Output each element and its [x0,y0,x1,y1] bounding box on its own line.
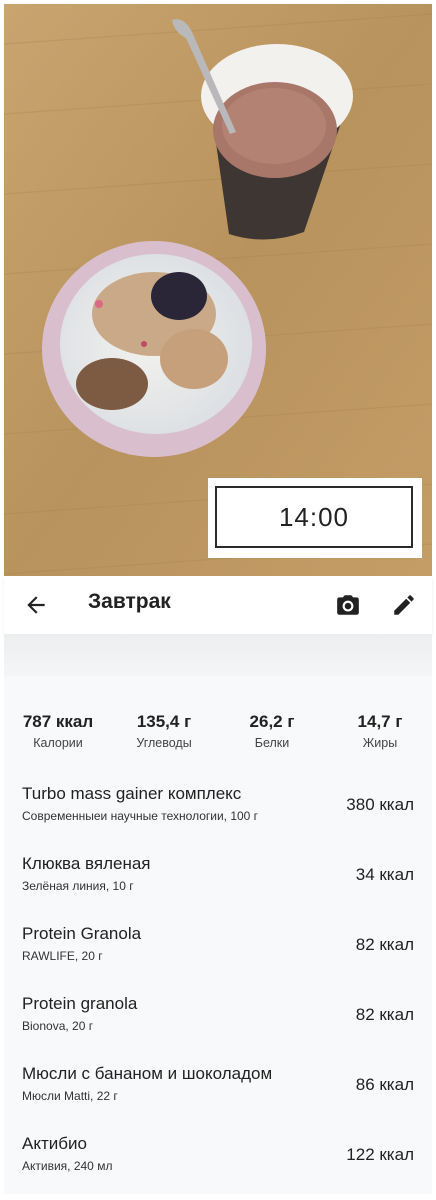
food-item[interactable]: Turbo mass gainer комплекс Современныеи … [4,766,432,836]
food-name: Актибио [22,1134,87,1153]
food-detail: Зелёная линия, 10 г [22,879,134,893]
food-name: Protein granola [22,994,138,1013]
camera-icon [337,595,359,615]
section-divider [4,634,432,676]
food-kcal: 82 ккал [355,935,414,954]
back-button[interactable] [16,585,56,625]
app-bar: Завтрак [4,576,432,634]
food-name: Protein Granola [22,924,142,943]
meal-photo[interactable]: 14:00 [4,4,432,576]
page-title: Завтрак [88,590,171,613]
food-item[interactable]: Клюква вяленая Зелёная линия, 10 г 34 кк… [4,836,432,906]
food-kcal: 86 ккал [355,1075,414,1094]
food-name: Клюква вяленая [22,854,151,873]
protein-value: 26,2 г [249,712,295,731]
calories-value: 787 ккал [22,712,94,731]
time-label-box: 14:00 [208,478,422,558]
nutrition-summary: 787 ккал Калории 135,4 г Углеводы 26,2 г… [4,676,432,766]
calories-summary: 787 ккал Калории [8,712,108,750]
fat-summary: 14,7 г Жиры [330,712,430,750]
protein-label: Белки [254,736,290,750]
carbs-value: 135,4 г [136,712,192,731]
food-kcal: 380 ккал [346,795,414,814]
pencil-icon [394,595,414,615]
food-detail: RAWLIFE, 20 г [22,949,103,963]
arrow-left-icon [27,596,45,614]
meal-time: 14:00 [215,486,413,548]
carbs-label: Углеводы [136,736,192,750]
food-name: Turbo mass gainer комплекс [22,784,242,803]
food-kcal: 122 ккал [346,1145,414,1164]
food-kcal: 34 ккал [355,865,414,884]
food-detail: Мюсли Matti, 22 г [22,1089,118,1103]
fat-label: Жиры [362,736,398,750]
meal-screen: 14:00 Завтрак 787 ккал Калории 135,4 г У… [0,0,436,1200]
food-detail: Активия, 240 мл [22,1159,113,1173]
camera-button[interactable] [328,585,368,625]
carbs-summary: 135,4 г Углеводы [114,712,214,750]
food-item[interactable]: Protein granola Bionova, 20 г 82 ккал [4,976,432,1046]
food-kcal: 82 ккал [355,1005,414,1024]
fat-value: 14,7 г [357,712,403,731]
food-item[interactable]: Protein Granola RAWLIFE, 20 г 82 ккал [4,906,432,976]
food-list: Turbo mass gainer комплекс Современныеи … [4,766,432,1194]
food-name: Мюсли с бананом и шоколадом [22,1064,273,1083]
food-item[interactable]: Актибио Активия, 240 мл 122 ккал [4,1116,432,1186]
food-detail: Bionova, 20 г [22,1019,94,1033]
food-detail: Современныеи научные технологии, 100 г [22,809,259,823]
protein-summary: 26,2 г Белки [222,712,322,750]
calories-label: Калории [33,736,83,750]
edit-button[interactable] [384,585,424,625]
food-item[interactable]: Мюсли с бананом и шоколадом Мюсли Matti,… [4,1046,432,1116]
